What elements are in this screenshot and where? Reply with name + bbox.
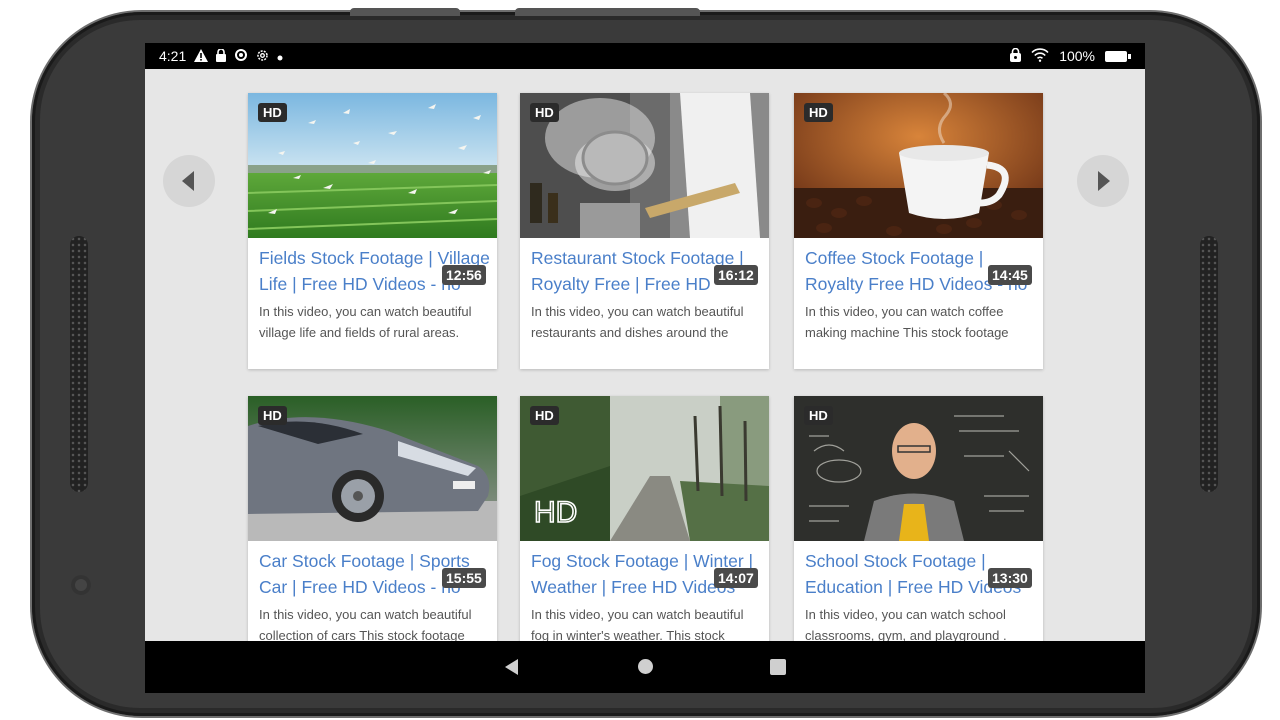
hd-badge: HD [804, 103, 833, 122]
video-description: In this video, you can watch coffee maki… [805, 304, 1009, 340]
duration-badge: 12:56 [442, 265, 486, 285]
hd-badge: HD [804, 406, 833, 425]
navigation-bar [145, 641, 1145, 693]
video-card[interactable]: HD HD Fog Stock Footage | Winter | Weath… [520, 396, 769, 672]
duration-badge: 15:55 [442, 568, 486, 588]
battery-icon [1105, 50, 1131, 62]
video-description: In this video, you can watch beautiful r… [531, 304, 744, 340]
duration-badge: 14:07 [714, 568, 758, 588]
video-description: In this video, you can watch beautiful v… [259, 304, 472, 340]
video-card[interactable]: HD Restaurant Stock Footage | Royalty Fr… [520, 93, 769, 369]
speaker-grille-right [1200, 236, 1218, 492]
video-thumbnail[interactable]: HD HD [520, 396, 769, 541]
hd-badge: HD [258, 103, 287, 122]
video-thumbnail[interactable]: HD [520, 93, 769, 238]
lock-icon [1010, 47, 1022, 64]
warning-icon [194, 48, 209, 64]
carousel-next-button[interactable] [1077, 155, 1129, 207]
video-card[interactable]: HD Car Stock Footage | Sports Car | Free… [248, 396, 497, 672]
video-card[interactable]: HD School Stock Footage | Education | Fr… [794, 396, 1043, 672]
hd-badge: HD [530, 103, 559, 122]
cast-icon [234, 49, 248, 63]
duration-badge: 16:12 [714, 265, 758, 285]
hd-badge: HD [258, 406, 287, 425]
power-button [515, 8, 700, 16]
settings-icon [256, 49, 269, 64]
video-thumbnail[interactable]: HD [248, 93, 497, 238]
battery-percentage: 100% [1059, 48, 1095, 64]
front-camera [71, 575, 91, 595]
dot-icon [277, 50, 283, 63]
lock-icon [216, 47, 227, 64]
carousel-prev-button[interactable] [163, 155, 215, 207]
hd-badge: HD [530, 406, 559, 425]
hd-watermark: HD [533, 495, 578, 530]
speaker-grille-left [70, 236, 88, 492]
chevron-left-icon [182, 171, 194, 191]
device-screen: 4:21 100% HD Fields Stock Footage | Vill… [145, 43, 1145, 693]
status-right: 100% [1010, 47, 1131, 64]
video-card[interactable]: HD Fields Stock Footage | Village Life |… [248, 93, 497, 369]
wifi-icon [1031, 48, 1049, 64]
home-icon[interactable] [638, 659, 653, 674]
status-bar: 4:21 100% [145, 43, 1145, 69]
video-card[interactable]: HD Coffee Stock Footage | Royalty Free H… [794, 93, 1043, 369]
status-left: 4:21 [159, 47, 283, 64]
volume-button [350, 8, 460, 16]
video-thumbnail[interactable]: HD [794, 93, 1043, 238]
back-icon[interactable] [505, 659, 518, 675]
video-thumbnail[interactable]: HD [794, 396, 1043, 541]
duration-badge: 14:45 [988, 265, 1032, 285]
duration-badge: 13:30 [988, 568, 1032, 588]
video-thumbnail[interactable]: HD [248, 396, 497, 541]
status-time: 4:21 [159, 48, 187, 64]
chevron-right-icon [1098, 171, 1110, 191]
recents-icon[interactable] [770, 659, 786, 675]
